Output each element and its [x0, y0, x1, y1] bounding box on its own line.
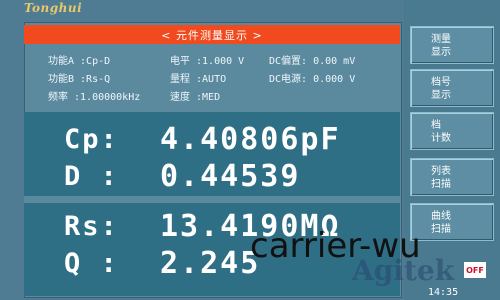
d-value: 0.44539 — [160, 159, 301, 194]
softkey-label: 列表 — [431, 166, 451, 177]
brand-logo: Tonghui — [24, 1, 83, 15]
softkey-label: 显示 — [431, 47, 451, 58]
dc-source-param[interactable]: DC电源: 0.000 V — [269, 70, 355, 85]
range-param[interactable]: 量程 :AUTO — [170, 70, 226, 85]
softkey-label: 扫描 — [431, 179, 451, 190]
screen-title: < 元件测量显示 > — [24, 25, 400, 44]
status-chip: OFF — [464, 262, 486, 278]
bin-number-softkey[interactable]: 档号 显示 — [410, 69, 494, 107]
dc-bias-param[interactable]: DC偏置: 0.00 mV — [269, 52, 355, 67]
softkey-label: 曲线 — [431, 211, 451, 222]
overlay-text: carrier-wu — [250, 226, 421, 266]
speed-param[interactable]: 速度 :MED — [170, 88, 220, 103]
softkey-label: 档 — [431, 120, 441, 131]
softkey-label: 档号 — [431, 77, 451, 88]
list-sweep-softkey[interactable]: 列表 扫描 — [410, 158, 494, 196]
softkey-label: 测量 — [431, 34, 451, 45]
q-label: Q : — [64, 248, 119, 279]
function-a-param[interactable]: 功能A :Cp-D — [48, 52, 110, 67]
softkey-label: 计数 — [431, 133, 451, 144]
softkey-label: 显示 — [431, 90, 451, 101]
d-label: D : — [64, 161, 119, 192]
frequency-param[interactable]: 频率 :1.00000kHz — [48, 88, 140, 103]
rs-label: Rs: — [64, 211, 119, 242]
curve-sweep-softkey[interactable]: 曲线 扫描 — [410, 203, 494, 241]
bin-count-softkey[interactable]: 档 计数 — [410, 112, 494, 150]
softkey-label: 扫描 — [431, 224, 451, 235]
parameter-area: 功能A :Cp-D 电平 :1.000 V DC偏置: 0.00 mV 功能B … — [24, 46, 400, 108]
function-b-param[interactable]: 功能B :Rs-Q — [48, 70, 110, 85]
measure-display-softkey[interactable]: 测量 显示 — [410, 26, 494, 64]
clock: 14:35 — [428, 287, 459, 298]
level-param[interactable]: 电平 :1.000 V — [170, 52, 244, 67]
cp-label: Cp: — [64, 124, 119, 155]
measurement-divider — [24, 196, 400, 203]
cp-value: 4.40806pF — [160, 122, 341, 157]
q-value: 2.245 — [160, 246, 261, 281]
